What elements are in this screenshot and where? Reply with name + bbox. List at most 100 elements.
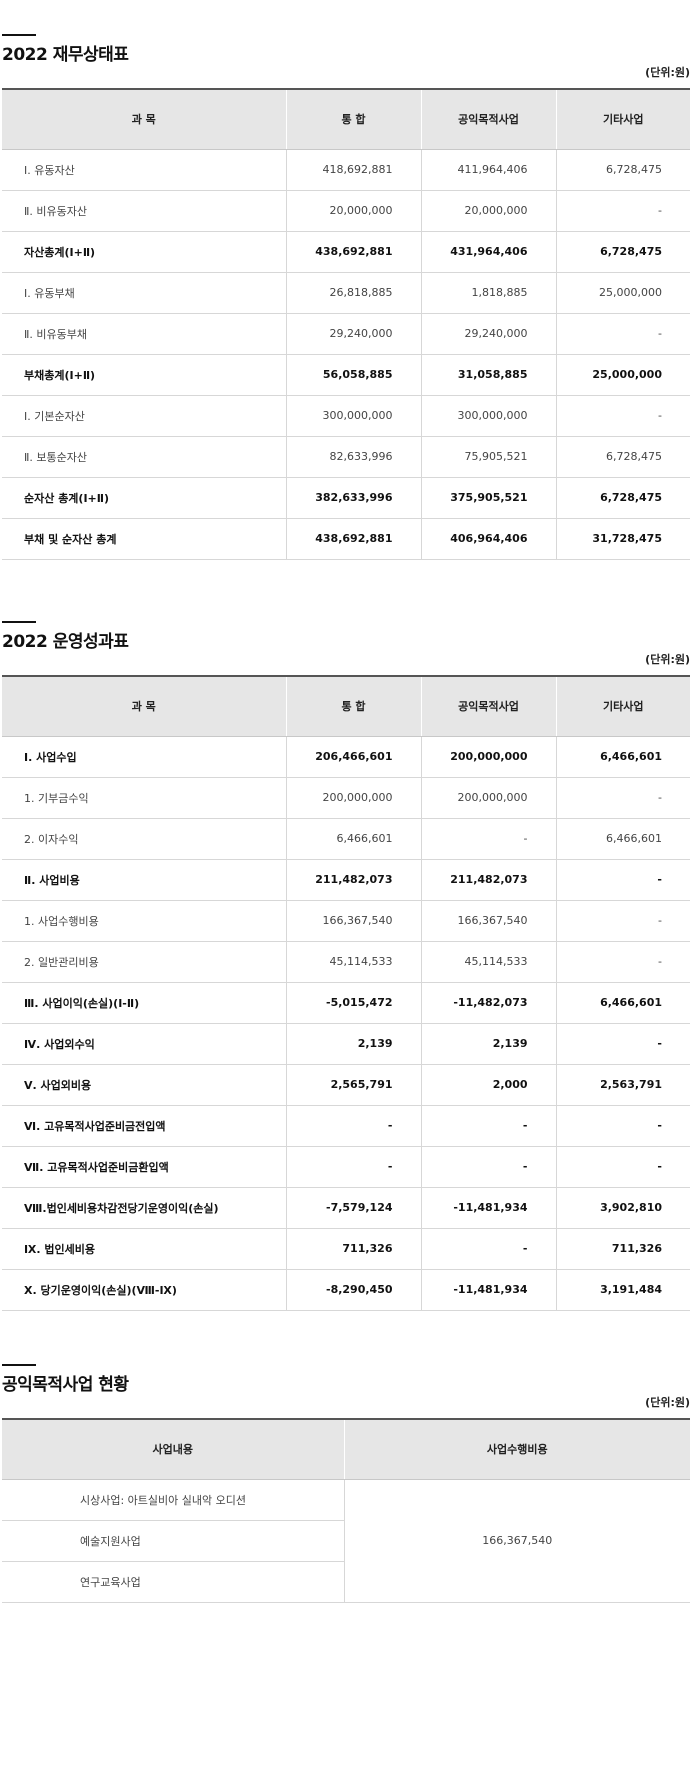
row-label: Ⅷ.법인세비용차감전당기운영이익(손실) [2,1187,286,1229]
balance-sheet-body: Ⅰ. 유동자산 418,692,881 411,964,406 6,728,475 Ⅱ.… [2,149,690,560]
cell-public: 20,000,000 [420,190,556,232]
table-row: 1. 기부금수익 200,000,000 200,000,000- [2,777,690,819]
row-label: 1. 기부금수익 [2,777,286,819]
table-row: 시상사업: 아트실비아 실내악 오디션 166,367,540 [2,1479,690,1603]
cell-total: 82,633,996 [285,436,421,478]
cell-total: 166,367,540 [285,900,421,942]
table-row: Ⅵ. 고유목적사업준비금전입액 - - - [2,1105,690,1147]
cell-total: -7,579,124 [285,1187,421,1229]
table-row: Ⅰ. 유동부채 26,818,885 1,818,885 25,000,000 [2,272,690,314]
table-row: 부채총계(Ⅰ+Ⅱ) 56,058,885 31,058,885 25,000,000 [2,354,690,396]
table-row: Ⅰ. 유동자산 418,692,881 411,964,406 6,728,475 [2,149,690,191]
row-label: Ⅱ. 비유동부채 [2,313,286,355]
cell-public: 406,964,406 [420,518,556,560]
cell-total: 438,692,881 [285,231,421,273]
row-label: Ⅸ. 법인세비용 [2,1228,286,1270]
cell-public: 200,000,000 [420,736,556,778]
cell-public: 2,139 [420,1023,556,1065]
cell-total: 20,000,000 [285,190,421,232]
cell-public: -11,482,073 [420,982,556,1024]
header-other: 기타사업 [555,88,690,150]
row-label: Ⅴ. 사업외비용 [2,1064,286,1106]
cell-total: 2,565,791 [285,1064,421,1106]
cell-total: 438,692,881 [285,518,421,560]
title-decoration-bar [2,621,36,623]
cell-public: 200,000,000 [420,777,556,819]
cell-public: 411,964,406 [420,149,556,191]
row-label: 2. 일반관리비용 [2,941,286,983]
cell-public: - [420,818,556,860]
income-statement-section: 2022 운영성과표 (단위:원) 과 목 통 합 공익목적사업 기타사업 Ⅰ.… [2,621,690,1311]
row-label: Ⅱ. 사업비용 [2,859,286,901]
table-row: Ⅳ. 사업외수익 2,139 2,139- [2,1023,690,1065]
cell-other: - [555,941,690,983]
cell-public: 166,367,540 [420,900,556,942]
cell-other: 25,000,000 [555,272,690,314]
cell-total: 206,466,601 [285,736,421,778]
table-row: Ⅱ. 보통순자산 82,633,996 75,905,521 6,728,475 [2,436,690,478]
cell-total: 211,482,073 [285,859,421,901]
row-label: 부채 및 순자산 총계 [2,518,286,560]
cell-other: - [555,777,690,819]
cell-other: - [555,859,690,901]
income-statement-title: 2022 운영성과표 [2,632,129,652]
cell-other: 25,000,000 [555,354,690,396]
balance-sheet-table: 과 목 통 합 공익목적사업 기타사업 Ⅰ. 유동자산 418,692,881 41… [2,88,690,560]
cell-total: 56,058,885 [285,354,421,396]
balance-sheet-title: 2022 재무상태표 [2,45,129,65]
row-label: Ⅳ. 사업외수익 [2,1023,286,1065]
income-statement-unit: (단위:원) [645,653,690,666]
project-cost: 166,367,540 [343,1479,690,1603]
cell-total: 26,818,885 [285,272,421,314]
cell-public: - [420,1146,556,1188]
cell-total: 418,692,881 [285,149,421,191]
balance-sheet-section: 2022 재무상태표 (단위:원) 과 목 통 합 공익목적사업 기타사업 Ⅰ.… [2,34,690,560]
header-total: 통 합 [285,88,421,150]
cell-public: 300,000,000 [420,395,556,437]
cell-other: - [555,313,690,355]
balance-sheet-unit: (단위:원) [645,66,690,79]
cell-public: 431,964,406 [420,231,556,273]
row-label: Ⅰ. 유동자산 [2,149,286,191]
cell-public: 29,240,000 [420,313,556,355]
cell-other: 3,902,810 [555,1187,690,1229]
cell-other: 6,466,601 [555,736,690,778]
cell-public: 75,905,521 [420,436,556,478]
cell-total: 200,000,000 [285,777,421,819]
row-label: Ⅰ. 기본순자산 [2,395,286,437]
table-row: 2. 이자수익 6,466,601-6,466,601 [2,818,690,860]
header-total: 통 합 [285,675,421,737]
row-label: Ⅶ. 고유목적사업준비금환입액 [2,1146,286,1188]
title-decoration-bar [2,34,36,36]
cell-other: 6,728,475 [555,231,690,273]
cell-public: 2,000 [420,1064,556,1106]
header-cost: 사업수행비용 [343,1418,690,1480]
cell-other: 6,728,475 [555,149,690,191]
cell-other: 711,326 [555,1228,690,1270]
row-label: Ⅱ. 비유동자산 [2,190,286,232]
cell-total: - [285,1146,421,1188]
cell-other: 3,191,484 [555,1269,690,1311]
cell-public: - [420,1228,556,1270]
table-row: 2. 일반관리비용 45,114,533 45,114,533- [2,941,690,983]
row-label: 부채총계(Ⅰ+Ⅱ) [2,354,286,396]
row-label: 자산총계(Ⅰ+Ⅱ) [2,231,286,273]
cell-other: - [555,395,690,437]
header-public: 공익목적사업 [420,675,556,737]
cell-public: -11,481,934 [420,1269,556,1311]
cell-public: 45,114,533 [420,941,556,983]
row-label: 1. 사업수행비용 [2,900,286,942]
table-row: Ⅸ. 법인세비용 711,326-711,326 [2,1228,690,1270]
row-label: Ⅰ. 유동부채 [2,272,286,314]
cell-other: 6,728,475 [555,436,690,478]
cell-other: 6,466,601 [555,818,690,860]
cell-public: 31,058,885 [420,354,556,396]
table-row: 순자산 총계(Ⅰ+Ⅱ) 382,633,996 375,905,521 6,728,4… [2,477,690,519]
cell-total: 45,114,533 [285,941,421,983]
table-row: 1. 사업수행비용 166,367,540 166,367,540- [2,900,690,942]
table-row: Ⅰ. 기본순자산 300,000,000 300,000,000- [2,395,690,437]
cell-total: - [285,1105,421,1147]
header-item: 과 목 [2,675,286,737]
header-content: 사업내용 [2,1418,344,1480]
project-item: 연구교육사업 [2,1561,344,1603]
